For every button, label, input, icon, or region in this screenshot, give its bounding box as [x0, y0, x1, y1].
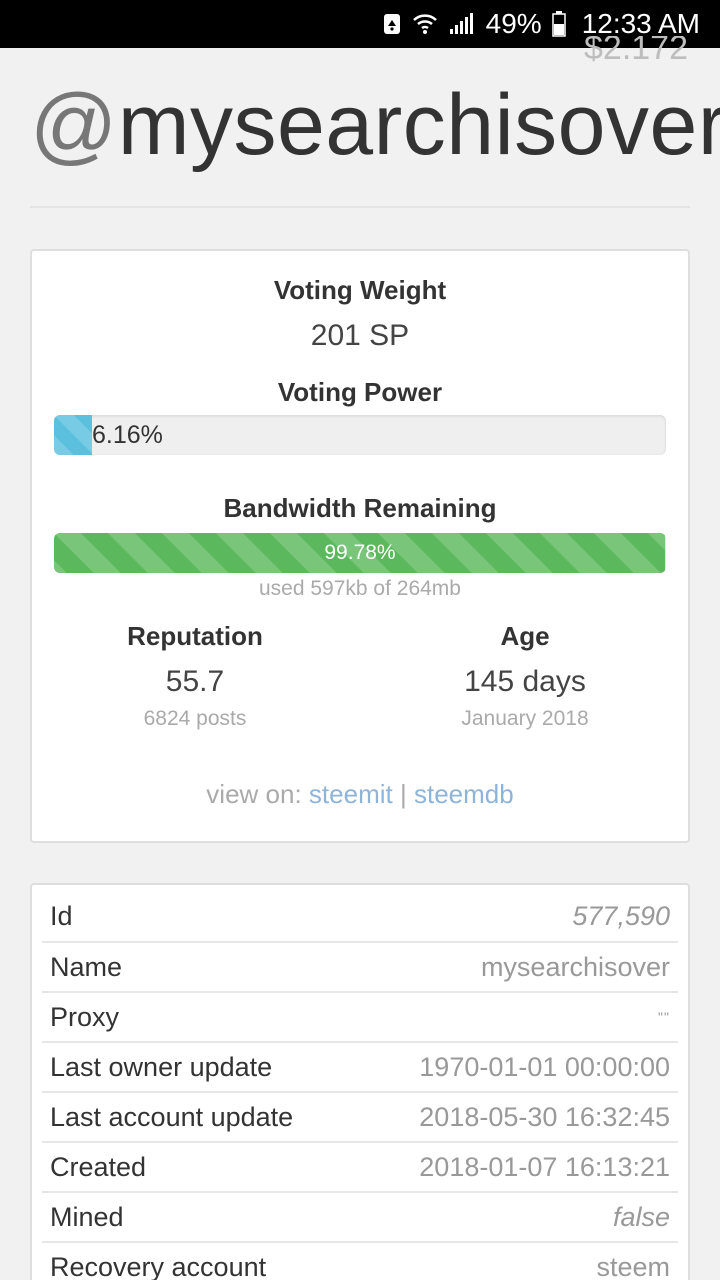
age-since: January 2018	[461, 707, 589, 730]
property-label: Last owner update	[50, 1051, 273, 1082]
table-row: Last owner update 1970-01-01 00:00:00	[42, 1041, 678, 1091]
property-label: Mined	[50, 1201, 124, 1232]
battery-percent: 49%	[485, 8, 542, 39]
stats-card: Voting Weight 201 SP Voting Power 6.16% …	[30, 249, 690, 843]
table-row: Recovery account steem	[42, 1241, 678, 1280]
battery-icon	[551, 11, 566, 37]
bandwidth-bar: 99.78%	[54, 533, 666, 573]
property-value: false	[612, 1201, 670, 1232]
property-label: Id	[50, 900, 73, 931]
property-label: Proxy	[50, 1001, 120, 1032]
table-row: Proxy ""	[42, 991, 678, 1041]
reputation-label: Reputation	[127, 621, 263, 651]
voting-power-fill	[54, 415, 92, 455]
property-label: Name	[50, 951, 123, 982]
steemit-link[interactable]: steemit	[309, 779, 393, 809]
voting-power-label: Voting Power	[277, 377, 443, 407]
notification-icon	[382, 12, 402, 36]
property-label: Last account update	[50, 1101, 294, 1132]
signal-icon	[448, 12, 474, 36]
view-on-label: view on:	[206, 779, 302, 809]
table-row: Name mysearchisover	[42, 941, 678, 991]
bandwidth-label: Bandwidth Remaining	[223, 493, 497, 523]
property-value: ""	[658, 1009, 670, 1025]
property-value: 2018-05-30 16:32:45	[419, 1101, 670, 1132]
property-value: 1970-01-01 00:00:00	[419, 1051, 670, 1082]
account-properties-table: Id 577,590 Name mysearchisover Proxy "" Last o…	[42, 891, 678, 1280]
wifi-icon	[412, 11, 438, 37]
voting-power-text: 6.16%	[92, 421, 163, 449]
bandwidth-text: 99.78%	[324, 541, 396, 564]
steemdb-link[interactable]: steemdb	[414, 779, 514, 809]
page-title: @mysearchisover	[30, 76, 720, 175]
property-value: 577,590	[572, 900, 670, 931]
price-peek: $2.172	[584, 36, 688, 66]
property-value: 2018-01-07 16:13:21	[419, 1151, 670, 1182]
post-count: 6824 posts	[143, 707, 247, 730]
reputation-value: 55.7	[165, 665, 225, 698]
table-row: Mined false	[42, 1191, 678, 1241]
view-on-links: view on: steemit | steemdb	[32, 779, 688, 810]
table-row: Created 2018-01-07 16:13:21	[42, 1141, 678, 1191]
table-row: Id 577,590	[42, 891, 678, 941]
at-symbol: @	[30, 77, 118, 173]
voting-weight-label: Voting Weight	[273, 275, 447, 305]
property-value: mysearchisover	[480, 951, 670, 982]
property-label: Created	[50, 1151, 147, 1182]
voting-power-bar: 6.16%	[54, 415, 666, 455]
username: mysearchisover	[117, 77, 720, 173]
age-label: Age	[500, 621, 550, 651]
bandwidth-used: used 597kb of 264mb	[259, 577, 461, 600]
age-value: 145 days	[464, 665, 586, 698]
link-separator: |	[399, 779, 407, 809]
account-properties-card: Id 577,590 Name mysearchisover Proxy "" Last o…	[30, 883, 690, 1280]
divider	[30, 206, 690, 208]
property-value: steem	[596, 1251, 670, 1280]
voting-weight-value: 201 SP	[310, 319, 410, 352]
table-row: Last account update 2018-05-30 16:32:45	[42, 1091, 678, 1141]
property-label: Recovery account	[50, 1251, 267, 1280]
